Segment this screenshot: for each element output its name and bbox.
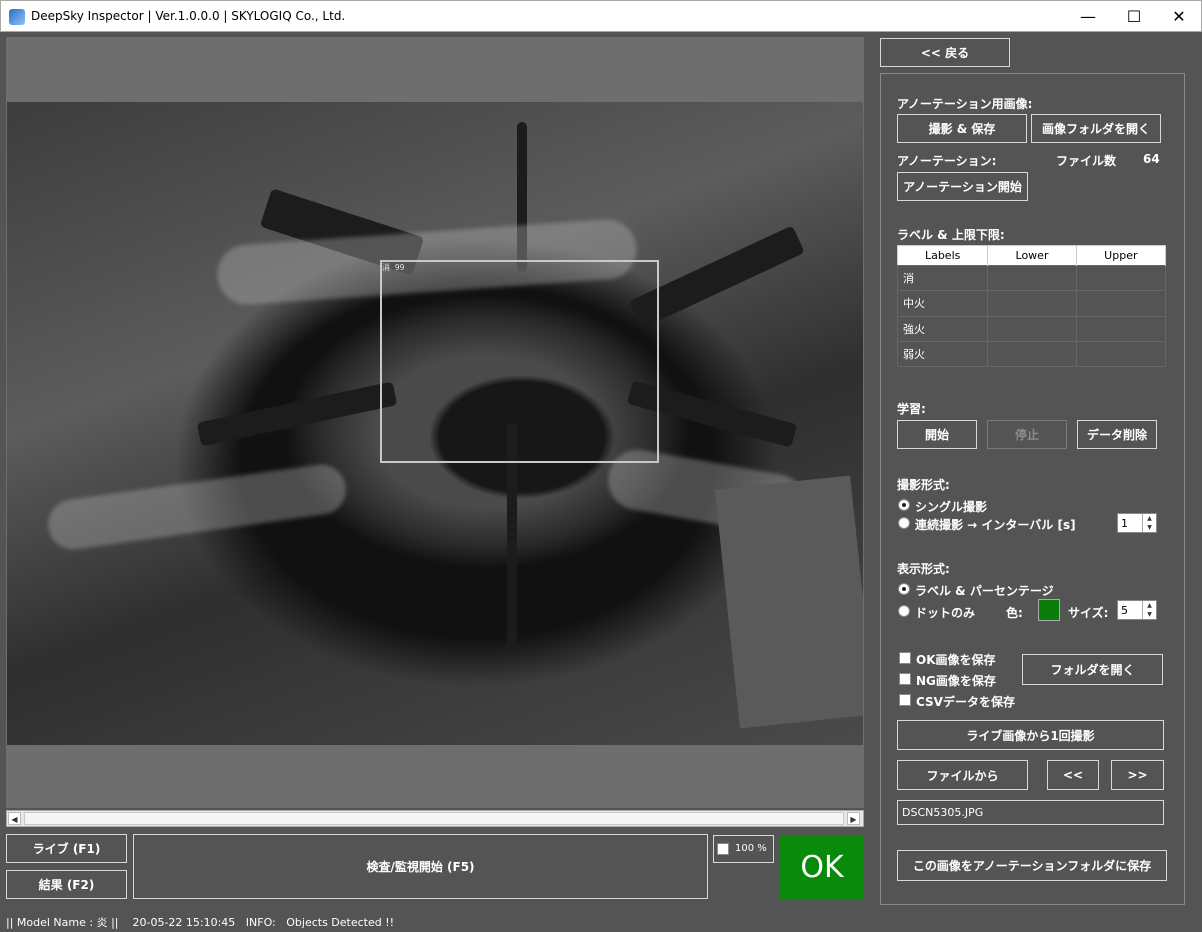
- label-cell[interactable]: 強火: [896, 315, 989, 342]
- spin-down-icon[interactable]: ▼: [1143, 523, 1156, 532]
- result-indicator: OK: [780, 835, 864, 899]
- window-title: DeepSky Inspector | Ver.1.0.0.0 | SKYLOG…: [31, 9, 346, 23]
- open-image-folder-button[interactable]: 画像フォルダを開く: [1031, 114, 1161, 143]
- scroll-right-arrow-icon[interactable]: ▶: [847, 812, 860, 825]
- delete-data-button[interactable]: データ削除: [1077, 420, 1157, 449]
- lower-cell[interactable]: [987, 264, 1077, 292]
- result-button[interactable]: 結果 (F2): [6, 870, 127, 899]
- column-header[interactable]: Labels: [897, 245, 989, 266]
- learn-stop-button[interactable]: 停止: [987, 420, 1067, 449]
- spin-up-icon[interactable]: ▲: [1143, 514, 1156, 523]
- save-to-annotation-button[interactable]: この画像をアノーテーションフォルダに保存: [897, 850, 1167, 881]
- spin-buttons: ▲ ▼: [1142, 514, 1156, 532]
- interval-stepper[interactable]: 1 ▲ ▼: [1117, 513, 1157, 533]
- label-percentage-label: ラベル & パーセンテージ: [915, 584, 1054, 598]
- lower-cell[interactable]: [987, 290, 1077, 317]
- table-header-row: Labels Lower Upper: [897, 245, 1167, 266]
- image-viewer[interactable]: 消 99: [6, 37, 864, 808]
- scroll-thumb[interactable]: [24, 812, 844, 825]
- single-capture-label: シングル撮影: [915, 500, 988, 514]
- save-csv-label: CSVデータを保存: [916, 695, 1015, 709]
- capture-mode-label: 撮影形式:: [897, 478, 950, 492]
- continuous-capture-radio[interactable]: [898, 517, 910, 529]
- upper-cell[interactable]: [1075, 340, 1167, 368]
- spin-down-icon[interactable]: ▼: [1143, 610, 1156, 619]
- labels-table[interactable]: Labels Lower Upper 消 中火 強火 弱火: [896, 245, 1167, 368]
- zoom-checkbox[interactable]: [717, 843, 729, 855]
- title-bar: DeepSky Inspector | Ver.1.0.0.0 | SKYLOG…: [0, 0, 1202, 32]
- labels-section-label: ラベル & 上限下限:: [897, 228, 1005, 242]
- app-icon: [9, 9, 25, 25]
- inspect-start-button[interactable]: 検査/監視開始 (F5): [133, 834, 708, 899]
- status-text: || Model Name : 炎 || 20-05-22 15:10:45 I…: [6, 916, 395, 929]
- capture-once-button[interactable]: ライブ画像から1回撮影: [897, 720, 1164, 750]
- table-row[interactable]: 弱火: [896, 340, 1167, 368]
- save-ok-checkbox[interactable]: [899, 652, 911, 664]
- maximize-button[interactable]: ☐: [1111, 1, 1157, 32]
- label-cell[interactable]: 消: [896, 264, 989, 292]
- prev-image-button[interactable]: <<: [1047, 760, 1099, 790]
- display-mode-label: 表示形式:: [897, 562, 950, 576]
- grate-bar: [196, 381, 398, 447]
- label-cell[interactable]: 中火: [896, 290, 989, 317]
- upper-cell[interactable]: [1075, 290, 1167, 317]
- column-header[interactable]: Lower: [987, 245, 1077, 266]
- color-label: 色:: [1006, 606, 1023, 620]
- scroll-left-arrow-icon[interactable]: ◀: [8, 812, 21, 825]
- color-swatch[interactable]: [1038, 599, 1060, 621]
- close-button[interactable]: ✕: [1156, 1, 1202, 32]
- single-capture-radio[interactable]: [898, 499, 910, 511]
- lower-cell[interactable]: [987, 315, 1077, 342]
- live-button[interactable]: ライブ (F1): [6, 834, 127, 863]
- file-count-value: 64: [1143, 152, 1160, 166]
- spin-up-icon[interactable]: ▲: [1143, 601, 1156, 610]
- dot-only-label: ドットのみ: [915, 606, 976, 620]
- dot-only-radio[interactable]: [898, 605, 910, 617]
- minimize-button[interactable]: —: [1065, 1, 1111, 32]
- size-stepper[interactable]: 5 ▲ ▼: [1117, 600, 1157, 620]
- warning-label: [714, 475, 863, 729]
- from-file-button[interactable]: ファイルから: [897, 760, 1028, 790]
- filename-field[interactable]: DSCN5305.JPG: [897, 800, 1164, 825]
- next-image-button[interactable]: >>: [1111, 760, 1164, 790]
- save-ng-label: NG画像を保存: [916, 674, 996, 688]
- detection-box: [380, 260, 659, 463]
- capture-save-button[interactable]: 撮影 & 保存: [897, 114, 1027, 143]
- label-percentage-radio[interactable]: [898, 583, 910, 595]
- save-ok-label: OK画像を保存: [916, 653, 996, 667]
- table-row[interactable]: 中火: [896, 290, 1167, 317]
- back-button[interactable]: << 戻る: [880, 38, 1010, 67]
- table-row[interactable]: 強火: [896, 315, 1167, 342]
- annotation-label: アノーテーション:: [897, 154, 997, 168]
- start-annotation-button[interactable]: アノーテーション開始: [897, 172, 1028, 201]
- detection-label: 消 99: [382, 263, 405, 272]
- spin-buttons: ▲ ▼: [1142, 601, 1156, 619]
- zoom-value: 100 %: [735, 843, 767, 854]
- open-folder-button[interactable]: フォルダを開く: [1022, 654, 1163, 685]
- save-ng-checkbox[interactable]: [899, 673, 911, 685]
- column-header[interactable]: Upper: [1076, 245, 1167, 266]
- reflection: [44, 461, 350, 553]
- table-row[interactable]: 消: [896, 264, 1167, 292]
- zoom-box: 100 %: [713, 835, 774, 863]
- size-value: 5: [1121, 604, 1128, 617]
- upper-cell[interactable]: [1075, 264, 1167, 292]
- size-label: サイズ:: [1068, 606, 1109, 620]
- lower-cell[interactable]: [987, 340, 1077, 368]
- upper-cell[interactable]: [1075, 315, 1167, 342]
- annotation-images-label: アノーテーション用画像:: [897, 97, 1033, 111]
- file-count-label: ファイル数: [1056, 154, 1117, 168]
- label-cell[interactable]: 弱火: [896, 340, 989, 368]
- learn-start-button[interactable]: 開始: [897, 420, 977, 449]
- learning-label: 学習:: [897, 402, 926, 416]
- interval-value: 1: [1121, 517, 1128, 530]
- status-bar: || Model Name : 炎 || 20-05-22 15:10:45 I…: [0, 910, 1202, 932]
- save-csv-checkbox[interactable]: [899, 694, 911, 706]
- continuous-capture-label: 連続撮影 → インターバル [s]: [915, 518, 1076, 532]
